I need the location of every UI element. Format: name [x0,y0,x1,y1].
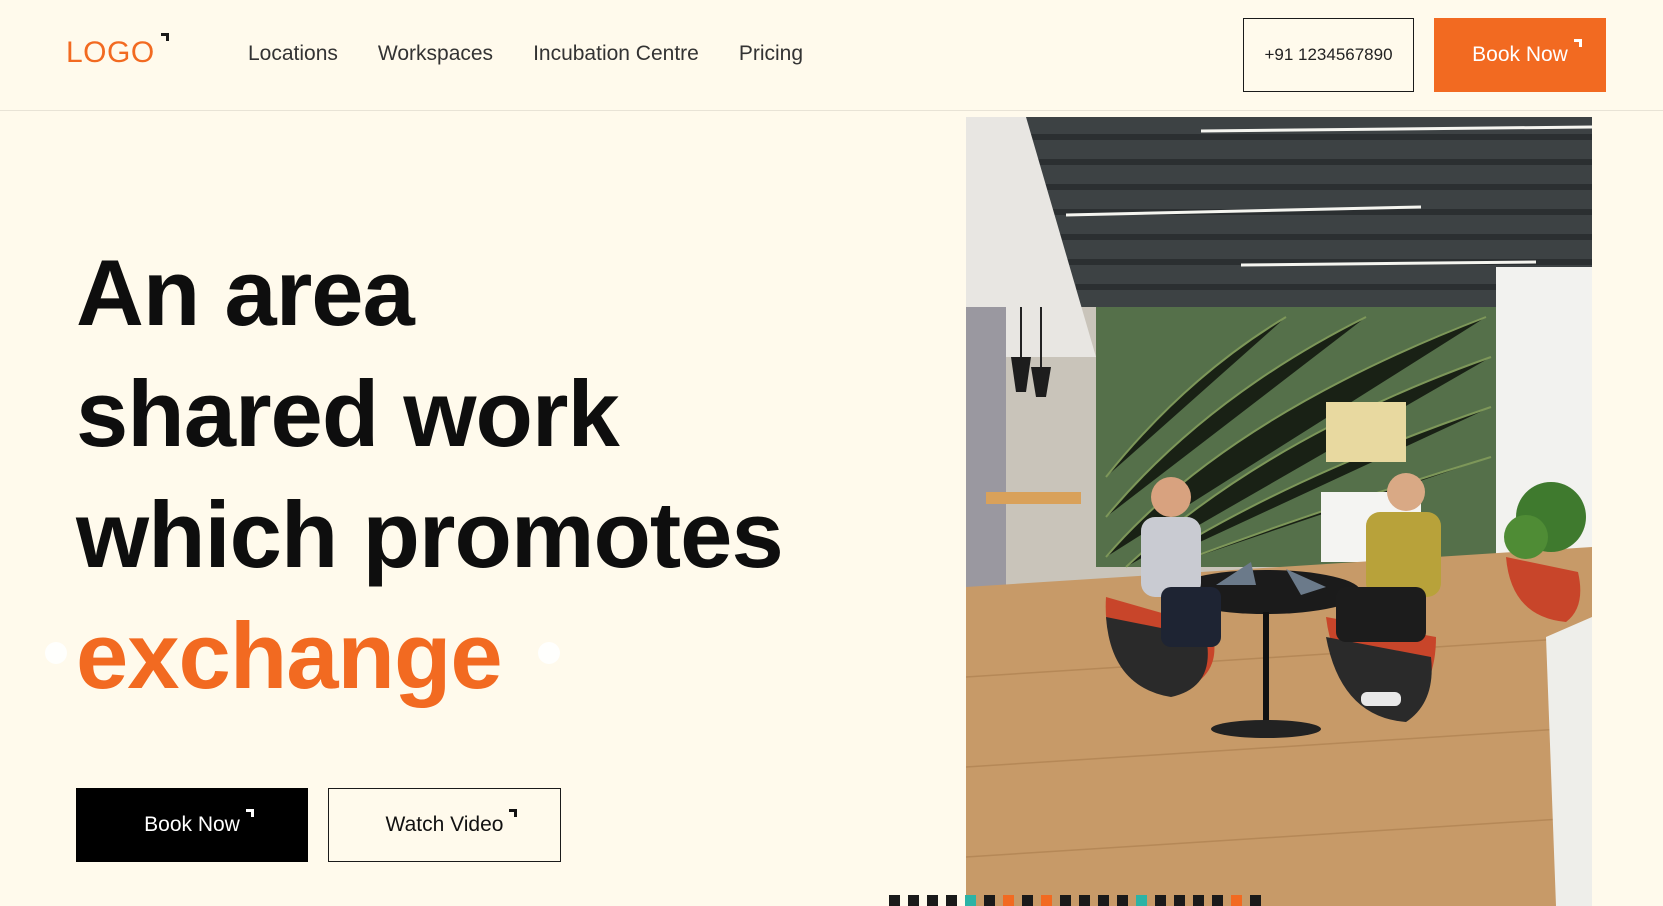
nav-workspaces[interactable]: Workspaces [378,42,493,66]
pager-segment[interactable] [889,895,900,906]
hero-book-now-button[interactable]: Book Now [76,788,308,862]
watch-video-button[interactable]: Watch Video [328,788,561,862]
pager-segment[interactable] [1079,895,1090,906]
pager-segment[interactable] [1060,895,1071,906]
pager-segment[interactable] [1193,895,1204,906]
header-book-now-label: Book Now [1472,39,1582,67]
hero-title-line-3: which promotes [76,482,784,587]
nav-pricing[interactable]: Pricing [739,42,803,66]
main-nav: Locations Workspaces Incubation Centre P… [248,42,803,66]
pager-segment[interactable] [965,895,976,906]
phone-button[interactable]: +91 1234567890 [1243,18,1414,92]
site-header: LOGO Locations Workspaces Incubation Cen… [0,0,1663,111]
pager-segment[interactable] [1041,895,1052,906]
corner-arrow-icon [1573,39,1582,47]
pager-segment[interactable] [908,895,919,906]
pager-segment[interactable] [1003,895,1014,906]
pager-segment[interactable] [1117,895,1128,906]
pager-segment[interactable] [946,895,957,906]
carousel-pager[interactable] [889,895,1261,906]
hero-book-now-text: Book Now [144,813,240,836]
pager-segment[interactable] [1250,895,1261,906]
pager-segment[interactable] [927,895,938,906]
logo[interactable]: LOGO [66,33,169,70]
pager-segment[interactable] [1212,895,1223,906]
pager-segment[interactable] [1098,895,1109,906]
decorative-dot-right [538,642,560,664]
pager-segment[interactable] [1174,895,1185,906]
pager-segment[interactable] [984,895,995,906]
office-photo-illustration [966,117,1592,906]
hero-title-accent: exchange [76,603,503,708]
hero-title-line-2: shared work [76,361,620,466]
nav-incubation-centre[interactable]: Incubation Centre [533,42,699,66]
logo-corner-icon [160,33,169,41]
watch-video-text: Watch Video [385,813,504,836]
logo-text: LOGO [66,36,155,69]
office-coworking-photo [966,117,1592,906]
hero-title-line-1: An area [76,240,415,345]
header-book-now-button[interactable]: Book Now [1434,18,1606,92]
hero-book-now-label: Book Now [144,809,254,837]
hero-title: An area shared work which promotes excha… [76,232,784,716]
watch-video-label: Watch Video [385,809,518,837]
pager-segment[interactable] [1231,895,1242,906]
pager-segment[interactable] [1136,895,1147,906]
corner-arrow-icon [509,809,518,817]
header-book-now-text: Book Now [1472,43,1568,66]
nav-locations[interactable]: Locations [248,42,338,66]
corner-arrow-icon [245,809,254,817]
decorative-dot-left [45,642,67,664]
phone-number: +91 1234567890 [1264,45,1393,64]
pager-segment[interactable] [1022,895,1033,906]
pager-segment[interactable] [1155,895,1166,906]
